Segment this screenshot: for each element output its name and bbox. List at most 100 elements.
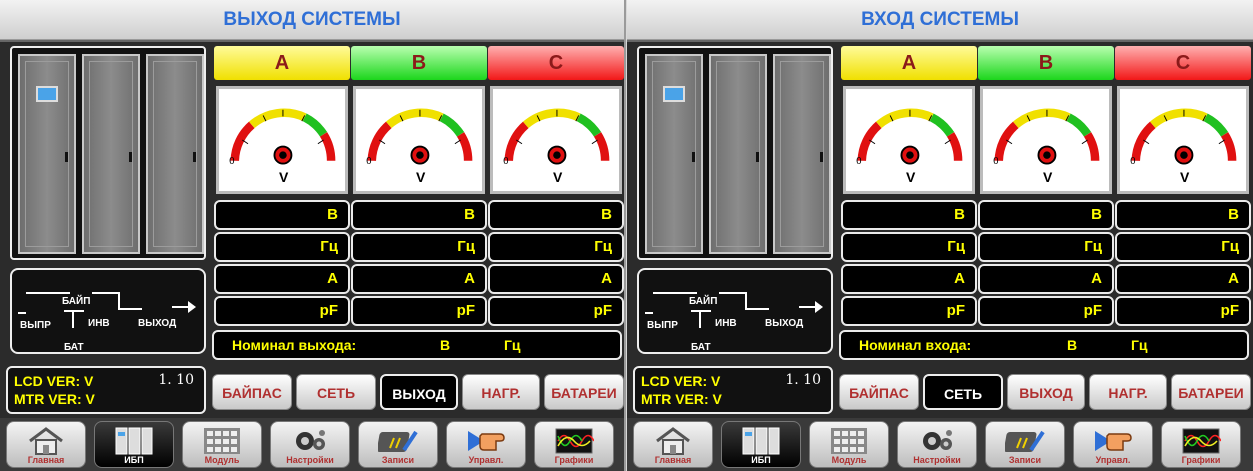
nav-label: Записи	[1008, 455, 1042, 465]
phase-value-cell: Гц	[978, 232, 1114, 262]
nav-label: Записи	[381, 455, 415, 465]
voltage-gauge: 0V	[980, 86, 1112, 194]
phase-value-cell: A	[488, 264, 624, 294]
gauge-zero-label: 0	[993, 157, 999, 167]
nav-button-5[interactable]: Управл.	[446, 421, 526, 468]
phase-header-a: A	[841, 46, 977, 80]
mtr-version: MTR VER: V	[14, 391, 95, 407]
voltage-gauge: 0V	[490, 86, 622, 194]
nav-button-1[interactable]: ИБП	[94, 421, 174, 468]
tab-1[interactable]: СЕТЬ	[923, 374, 1003, 410]
nav-label: Модуль	[831, 455, 867, 465]
ups-cabinets	[10, 46, 206, 260]
module-icon	[829, 426, 869, 456]
nav-button-1[interactable]: ИБП	[721, 421, 801, 468]
phase-value-cell: В	[1115, 200, 1251, 230]
nav-label: Управл.	[1095, 455, 1131, 465]
output-panel: ВЫХОД СИСТЕМЫ БАЙП ВЫПР ИНВ ВЫХОД БАТ LCD VER…	[0, 0, 626, 471]
phase-value-cell: pF	[214, 296, 350, 326]
cabinet-screen-icon	[663, 86, 685, 102]
gauge-unit-label: V	[1043, 169, 1053, 185]
tab-4[interactable]: БАТАРЕИ	[1171, 374, 1251, 410]
nominal-label: Номинал выхода:	[232, 337, 357, 353]
tab-3[interactable]: НАГР.	[1089, 374, 1167, 410]
flow-label-inv: ИНВ	[715, 318, 737, 329]
ups-cabinets	[637, 46, 833, 260]
phase-value-cell: В	[488, 200, 624, 230]
gauge-unit-label: V	[1180, 169, 1190, 185]
tab-4[interactable]: БАТАРЕИ	[544, 374, 624, 410]
arrow-right-icon	[815, 301, 823, 313]
flow-label-bat: БАТ	[691, 342, 711, 353]
power-flow-diagram: БАЙП ВЫПР ИНВ ВЫХОД БАТ	[10, 268, 206, 354]
nav-button-3[interactable]: Настройки	[897, 421, 977, 468]
flow-label-bypass: БАЙП	[62, 296, 91, 307]
flow-label-rect: ВЫПР	[20, 320, 51, 331]
flow-label-bat: БАТ	[64, 342, 84, 353]
nominal-unit-hz: Гц	[504, 337, 521, 353]
flow-label-out: ВЫХОД	[138, 318, 177, 329]
nav-label: ИБП	[124, 455, 144, 465]
nominal-label: Номинал входа:	[859, 337, 972, 353]
gauge-unit-label: V	[553, 169, 563, 185]
version-info: LCD VER: V MTR VER: V 1. 10	[633, 366, 833, 414]
gauge-zero-label: 0	[229, 157, 235, 167]
nav-button-6[interactable]: Графики	[534, 421, 614, 468]
phase-value-cell: pF	[841, 296, 977, 326]
phase-value-cell: В	[841, 200, 977, 230]
tab-2[interactable]: ВЫХОД	[1007, 374, 1085, 410]
waveform-icon	[554, 426, 595, 456]
home-icon	[653, 426, 693, 456]
gauge-zero-label: 0	[366, 157, 372, 167]
panel-title: ВЫХОД СИСТЕМЫ	[0, 0, 624, 40]
nav-button-5[interactable]: Управл.	[1073, 421, 1153, 468]
nav-button-0[interactable]: Главная	[633, 421, 713, 468]
cabinet-icon	[709, 54, 767, 254]
phase-value-cell: A	[841, 264, 977, 294]
phase-value-cell: A	[214, 264, 350, 294]
tab-0[interactable]: БАЙПАС	[839, 374, 919, 410]
nav-button-6[interactable]: Графики	[1161, 421, 1241, 468]
phase-value-cell: Гц	[488, 232, 624, 262]
gears-icon	[290, 426, 330, 456]
phase-header-a: A	[214, 46, 350, 80]
panel-content: БАЙП ВЫПР ИНВ ВЫХОД БАТ LCD VER: V MTR VER: V1…	[627, 40, 1253, 418]
nav-label: Модуль	[204, 455, 240, 465]
nav-button-4[interactable]: Записи	[985, 421, 1065, 468]
phase-value-cell: pF	[978, 296, 1114, 326]
phase-header-c: C	[488, 46, 624, 80]
nominal-unit-hz: Гц	[1131, 337, 1148, 353]
nav-button-2[interactable]: Модуль	[182, 421, 262, 468]
mtr-version: MTR VER: V	[641, 391, 722, 407]
gauge-unit-label: V	[416, 169, 426, 185]
phase-value-cell: A	[1115, 264, 1251, 294]
phase-value-cell: pF	[488, 296, 624, 326]
tab-2[interactable]: ВЫХОД	[380, 374, 458, 410]
nav-button-4[interactable]: Записи	[358, 421, 438, 468]
nav-label: Графики	[554, 455, 594, 465]
voltage-gauge: 0V	[353, 86, 485, 194]
phase-value-cell: A	[978, 264, 1114, 294]
tab-3[interactable]: НАГР.	[462, 374, 540, 410]
tab-1[interactable]: СЕТЬ	[296, 374, 376, 410]
power-flow-diagram: БАЙП ВЫПР ИНВ ВЫХОД БАТ	[637, 268, 833, 354]
voltage-gauge: 0V	[843, 86, 975, 194]
tab-0[interactable]: БАЙПАС	[212, 374, 292, 410]
nav-button-3[interactable]: Настройки	[270, 421, 350, 468]
phase-header-b: B	[978, 46, 1114, 80]
nav-button-0[interactable]: Главная	[6, 421, 86, 468]
nav-button-2[interactable]: Модуль	[809, 421, 889, 468]
gauge-unit-label: V	[906, 169, 916, 185]
flow-label-inv: ИНВ	[88, 318, 110, 329]
voltage-gauge: 0V	[1117, 86, 1249, 194]
nav-label: Управл.	[468, 455, 504, 465]
phase-value-cell: Гц	[841, 232, 977, 262]
bottom-nav: Главная ИБП Модуль Настройки Записи Управл. Гр…	[627, 418, 1253, 471]
voltage-gauge: 0V	[216, 86, 348, 194]
version-info: LCD VER: V MTR VER: V 1. 10	[6, 366, 206, 414]
bottom-nav: Главная ИБП Модуль Настройки Записи Управл. Гр…	[0, 418, 624, 471]
phase-value-cell: В	[214, 200, 350, 230]
version-number: 1. 10	[785, 372, 821, 388]
phase-value-cell: В	[351, 200, 487, 230]
module-icon	[202, 426, 242, 456]
